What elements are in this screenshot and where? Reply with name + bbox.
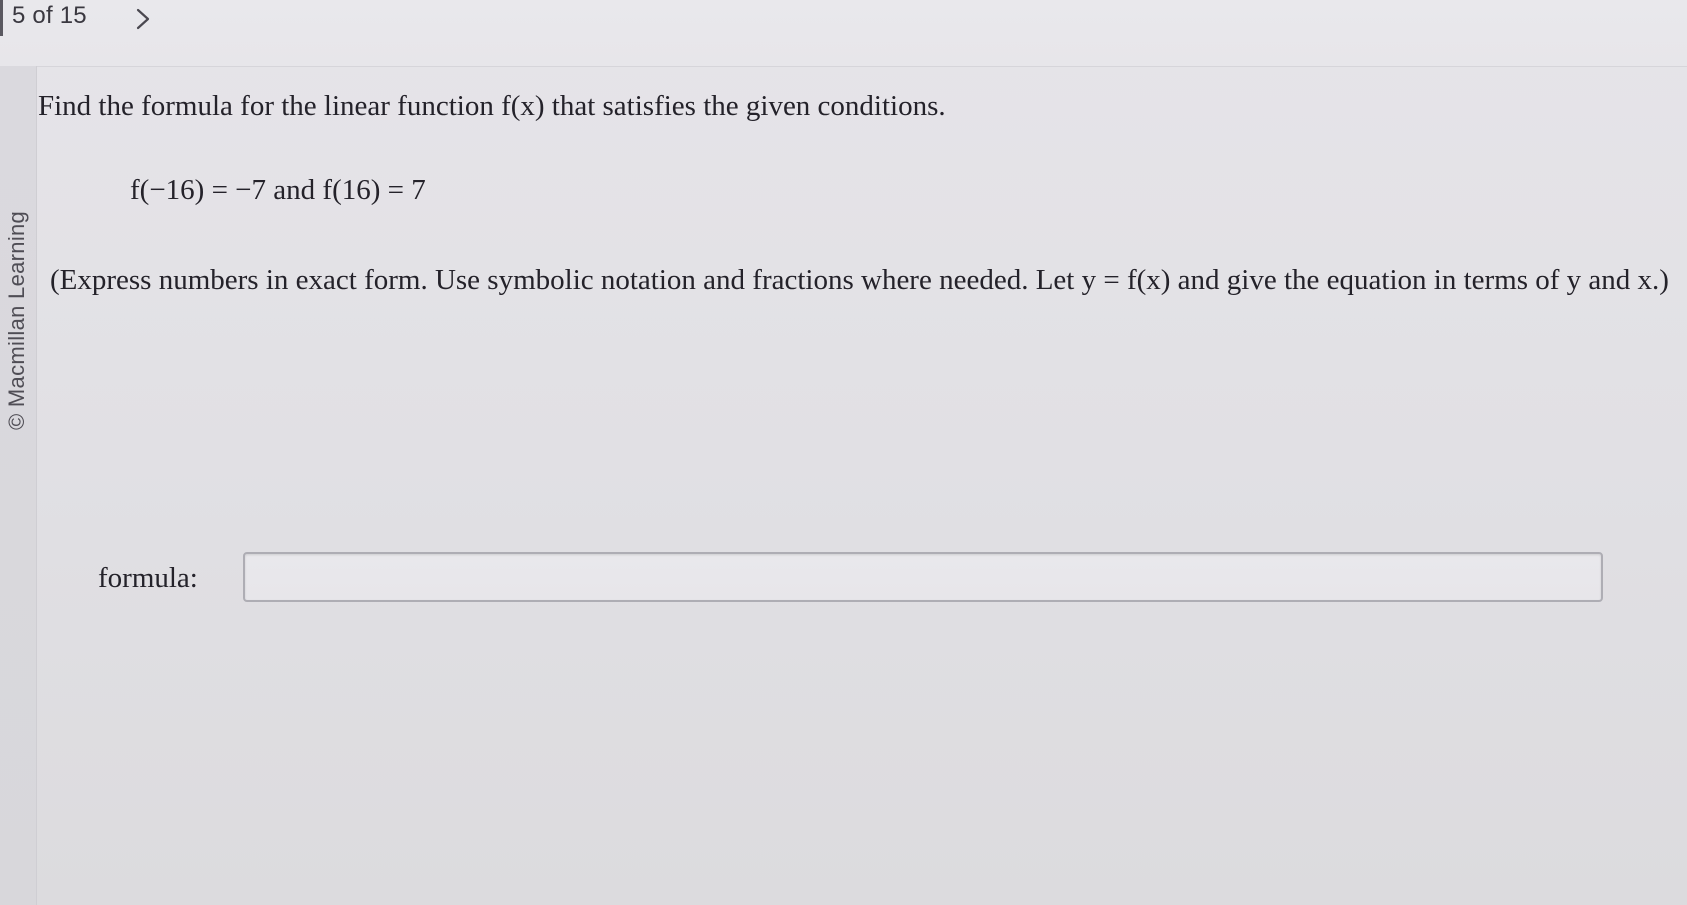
formula-input[interactable] (243, 552, 1603, 602)
question-prompt: Find the formula for the linear function… (38, 90, 946, 122)
side-panel: © Macmillan Learning (0, 66, 37, 905)
question-content: Find the formula for the linear function… (38, 66, 1678, 896)
copyright-notice: © Macmillan Learning (4, 210, 29, 430)
top-navigation-bar: 5 of 15 (0, 0, 1687, 67)
previous-edge-indicator (0, 0, 3, 36)
given-conditions: f(−16) = −7 and f(16) = 7 (130, 174, 426, 206)
chevron-right-icon[interactable] (132, 4, 156, 34)
answer-instructions: (Express numbers in exact form. Use symb… (50, 264, 1669, 296)
formula-label: formula: (98, 562, 198, 594)
question-counter: 5 of 15 (12, 2, 87, 29)
answer-row: formula: (98, 552, 1658, 608)
